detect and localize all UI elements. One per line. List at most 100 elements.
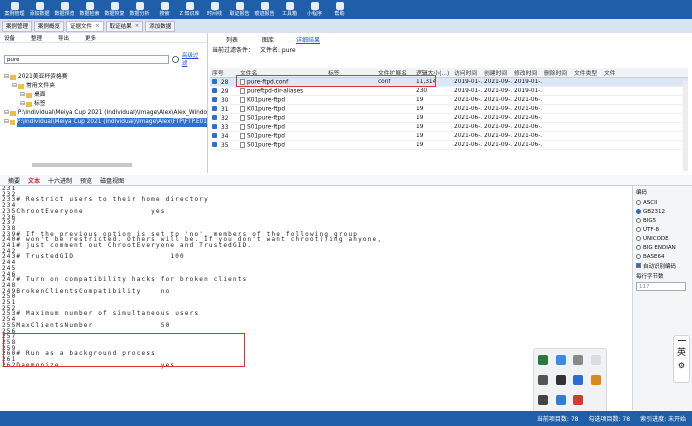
toolbar-button-0[interactable]: 案例管理 bbox=[2, 2, 27, 17]
app-tray-icon[interactable] bbox=[555, 395, 566, 405]
tree-node[interactable]: ⊟ P:\Individual\Meiya Cup 2021 (Individua… bbox=[0, 118, 207, 127]
tab-3[interactable]: 取证结果 × bbox=[105, 20, 144, 32]
auto-detect-checkbox[interactable]: 自动识别编码 bbox=[636, 261, 689, 270]
column-header[interactable]: 文件名 bbox=[238, 68, 326, 77]
toolbar-button-7[interactable]: Z 知识库 bbox=[177, 2, 202, 17]
bottom-tab[interactable]: 磁盘视图 bbox=[100, 176, 124, 185]
left-toolbar-menu[interactable]: 更多 bbox=[85, 34, 96, 42]
tab-gallery-view[interactable]: 图库 bbox=[262, 35, 274, 44]
encoding-option[interactable]: BIG5 bbox=[636, 216, 689, 225]
column-header[interactable]: 访问时间 bbox=[452, 68, 482, 77]
checkbox-icon[interactable] bbox=[212, 132, 217, 138]
search-icon[interactable] bbox=[172, 55, 179, 63]
toolbar-button-5[interactable]: 数据分析 bbox=[127, 2, 152, 17]
app-tray-icon[interactable] bbox=[573, 355, 583, 365]
app-tray-icon[interactable] bbox=[590, 375, 601, 385]
column-header[interactable]: 创建时间 bbox=[482, 68, 512, 77]
checkbox-icon[interactable] bbox=[212, 105, 217, 111]
horizontal-scrollbar[interactable] bbox=[32, 163, 132, 167]
column-header[interactable]: 文件 bbox=[602, 68, 624, 77]
toolbar-button-3[interactable]: 数据检索 bbox=[77, 2, 102, 17]
app-tray-icon[interactable] bbox=[538, 395, 548, 405]
column-header[interactable]: 文件类型 bbox=[572, 68, 602, 77]
expand-icon[interactable]: ⊟ bbox=[20, 91, 25, 100]
table-row[interactable]: 32 S01pure-ftpd 19 2021-06-...2021-09-...20… bbox=[210, 114, 688, 123]
app-tray-icon[interactable] bbox=[555, 355, 566, 365]
toolbar-button-11[interactable]: 工具箱 bbox=[277, 2, 302, 17]
expand-icon[interactable]: ⊟ bbox=[4, 73, 9, 82]
checkbox-icon[interactable] bbox=[212, 114, 217, 120]
toolbar-button-4[interactable]: 数据恢复 bbox=[102, 2, 127, 17]
left-toolbar-menu[interactable]: 整理 bbox=[31, 34, 42, 42]
toolbar-button-6[interactable]: 搜索 bbox=[152, 2, 177, 17]
checkbox-icon[interactable] bbox=[212, 87, 217, 93]
minimize-icon[interactable] bbox=[677, 340, 686, 341]
toolbar-button-9[interactable]: 取证报告 bbox=[227, 2, 252, 17]
column-header[interactable]: 删除时间 bbox=[542, 68, 572, 77]
toolbar-button-2[interactable]: 数据预览 bbox=[52, 2, 77, 17]
left-toolbar-menu[interactable]: 导出 bbox=[58, 34, 69, 42]
expand-icon[interactable]: ⊟ bbox=[4, 118, 9, 127]
close-icon[interactable]: × bbox=[95, 23, 100, 29]
checkbox-icon[interactable] bbox=[212, 78, 217, 84]
encoding-option[interactable]: BIG ENDIAN bbox=[636, 243, 689, 252]
table-row[interactable]: 34 S01pure-ftpd 19 2021-06-...2021-09-...20… bbox=[210, 132, 688, 141]
vertical-scrollbar[interactable] bbox=[683, 81, 688, 171]
encoding-option[interactable]: BASE64 bbox=[636, 252, 689, 261]
tab-detail-view[interactable]: 详细结果 bbox=[296, 35, 321, 44]
bottom-tab[interactable]: 预览 bbox=[80, 176, 92, 185]
toolbar-button-12[interactable]: 小程序 bbox=[302, 2, 327, 17]
checkbox-icon[interactable] bbox=[212, 123, 217, 129]
settings-icon[interactable]: ⚙ bbox=[678, 361, 685, 370]
tree-node[interactable]: ⊟ 桌面 bbox=[0, 91, 207, 100]
column-header[interactable]: 逻辑大小(...) bbox=[414, 68, 452, 77]
table-row[interactable]: 31 K01pure-ftpd 19 2021-06-...2021-09-...20… bbox=[210, 105, 688, 114]
expand-icon[interactable]: ⊟ bbox=[12, 82, 17, 91]
search-input[interactable]: pure bbox=[4, 54, 170, 64]
app-tray-icon[interactable] bbox=[573, 395, 583, 405]
table-row[interactable]: 29 pureftpd-dir-aliases 230 2019-01-...2021… bbox=[210, 87, 688, 96]
table-row[interactable]: 28 pure-ftpd.conf conf 11,314 2019-01-...202… bbox=[210, 78, 688, 87]
encoding-option[interactable]: UNICODE bbox=[636, 234, 689, 243]
column-header[interactable]: 文件扩展名 bbox=[376, 68, 414, 77]
app-tray-icon[interactable] bbox=[590, 355, 601, 365]
tab-1[interactable]: 案例概览 bbox=[34, 20, 65, 32]
bytes-per-line-input[interactable]: 117 bbox=[636, 282, 686, 291]
left-toolbar-menu[interactable]: 设备 bbox=[4, 34, 15, 42]
column-header[interactable]: 修改时间 bbox=[512, 68, 542, 77]
tree-node[interactable]: ⊟ 2021美亚杯资格赛 bbox=[0, 73, 207, 82]
toolbar-button-8[interactable]: 时间线 bbox=[202, 2, 227, 17]
bottom-tab[interactable]: 摘要 bbox=[8, 176, 20, 185]
bottom-tab[interactable]: 文本 bbox=[28, 176, 40, 185]
toolbar-button-10[interactable]: 痕迹报告 bbox=[252, 2, 277, 17]
tab-2[interactable]: 证据文件 × bbox=[66, 20, 104, 32]
encoding-option[interactable]: UTF-8 bbox=[636, 225, 689, 234]
app-tray-icon[interactable] bbox=[555, 375, 566, 385]
column-header[interactable]: 标签 bbox=[326, 68, 376, 77]
tab-4[interactable]: 添加数据 bbox=[145, 20, 176, 32]
tree-node[interactable]: ⊟ P:\Individual\Meiya Cup 2021 (Individua… bbox=[0, 109, 207, 118]
tree-node[interactable]: ⊟ 标签 bbox=[0, 100, 207, 109]
encoding-option[interactable]: ASCII bbox=[636, 198, 689, 207]
checkbox-icon[interactable] bbox=[212, 96, 217, 102]
close-icon[interactable]: × bbox=[135, 23, 140, 29]
bottom-tab[interactable]: 十六进制 bbox=[48, 176, 72, 185]
app-tray-icon[interactable] bbox=[538, 355, 548, 365]
table-row[interactable]: 30 K01pure-ftpd 19 2021-06-...2021-09-...20… bbox=[210, 96, 688, 105]
tab-list-view[interactable]: 列表 bbox=[226, 35, 238, 44]
app-tray-icon[interactable] bbox=[538, 375, 548, 385]
tab-0[interactable]: 案例管理 bbox=[2, 20, 33, 32]
ime-indicator[interactable]: 英 ⚙ bbox=[673, 335, 690, 383]
app-tray-icon[interactable] bbox=[573, 375, 583, 385]
expand-icon[interactable]: ⊟ bbox=[20, 100, 25, 109]
table-row[interactable]: 35 S01pure-ftpd 19 2021-06-...2021-09-...20… bbox=[210, 141, 688, 150]
toolbar-button-13[interactable]: 帮助 bbox=[327, 2, 352, 17]
checkbox-icon[interactable] bbox=[212, 141, 217, 147]
encoding-option[interactable]: GB2312 bbox=[636, 207, 689, 216]
expand-icon[interactable]: ⊟ bbox=[4, 109, 9, 118]
advanced-filter-link[interactable]: 高级过滤 bbox=[182, 51, 203, 67]
table-row[interactable]: 33 S01pure-ftpd 19 2021-06-...2021-09-...20… bbox=[210, 123, 688, 132]
toolbar-button-1[interactable]: 添加数据 bbox=[27, 2, 52, 17]
tree-node[interactable]: ⊟ 常用文件夹 bbox=[0, 82, 207, 91]
column-header[interactable]: 序号 bbox=[210, 68, 238, 77]
